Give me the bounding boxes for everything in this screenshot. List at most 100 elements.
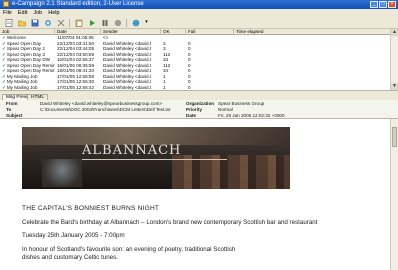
cell-text: David Whiteley <david.t xyxy=(103,40,152,46)
cell-text: 0 xyxy=(188,57,191,62)
title-bar: e-Campaign 2.1 Standard edition, 2-User … xyxy=(0,0,398,9)
toolbar-separator xyxy=(126,18,127,27)
priority-label: Priority xyxy=(186,107,203,112)
cell-text: David Whiteley <david.t xyxy=(103,79,152,84)
to-value: C:\Documents\DOC 2004\Franchisees\DCM Le… xyxy=(40,107,171,112)
cell-text: 1 xyxy=(163,84,166,90)
email-heading: THE CAPITAL'S BONNIEST BURNS NIGHT xyxy=(22,205,160,212)
save-icon[interactable] xyxy=(30,18,39,27)
cell-text: David Whiteley <david.t xyxy=(103,57,152,62)
job-list-scrollbar[interactable]: ▲ ▼ xyxy=(390,29,398,90)
close-button[interactable]: × xyxy=(388,1,396,8)
world-icon[interactable] xyxy=(131,18,140,27)
job-status-check-icon: ✓ xyxy=(2,40,6,46)
cell-text: 10/01/04 02:56:37 xyxy=(57,57,95,62)
cell-text: 0 xyxy=(188,46,191,51)
cell-text: 3 xyxy=(163,40,166,46)
organization-label: Organization xyxy=(186,101,215,106)
job-status-check-icon: ✓ xyxy=(2,46,6,51)
cell-text: 16/01/05 06:36:59 xyxy=(57,62,95,68)
window-title: e-Campaign 2.1 Standard edition, 2-User … xyxy=(12,1,144,7)
open-icon[interactable] xyxy=(17,18,26,27)
cell-text: 0 xyxy=(188,40,191,46)
from-value: David Whiteley <david.whiteley@spearbusi… xyxy=(40,101,163,106)
message-headers: From David Whiteley <david.whiteley@spea… xyxy=(0,100,398,119)
cell-text: Spear Open Day Reminder 3 xyxy=(6,62,55,68)
cell-text: 0 xyxy=(188,51,191,57)
cell-text: 22/12/04 03:41:50 xyxy=(57,40,95,46)
cell-text: My Mailing Job xyxy=(6,73,38,79)
cell-text: 34 xyxy=(163,57,169,62)
cell-text: 112 xyxy=(163,51,171,57)
from-label: From xyxy=(6,101,18,106)
albannach-banner-image: ALBANNACH xyxy=(22,127,290,189)
paste-icon[interactable] xyxy=(74,18,83,27)
cell-text: 0 xyxy=(188,79,191,84)
to-label: To xyxy=(6,107,12,112)
cell-text: 3 xyxy=(163,46,166,51)
cell-text: <> xyxy=(103,35,109,40)
cell-text: My Mailing Job xyxy=(6,79,38,84)
cell-text: Spear Open Day xyxy=(6,40,42,46)
subject-label: Subject xyxy=(6,113,23,118)
menu-edit[interactable]: Edit xyxy=(18,9,27,17)
stop-icon[interactable] xyxy=(113,18,122,27)
pause-icon[interactable] xyxy=(100,18,109,27)
toolbar-separator xyxy=(69,18,70,27)
email-paragraph-3a: In honour of Scotland's favourite son: a… xyxy=(22,246,236,253)
dropdown-icon[interactable]: ▾ xyxy=(144,18,149,27)
job-list: Job Date Sender OK Fail Time elapsed ✓We… xyxy=(0,29,398,90)
maximize-button[interactable]: □ xyxy=(379,1,387,8)
cell-text: 112 xyxy=(163,62,171,68)
menu-bar: File Edit Job Help xyxy=(0,9,398,17)
menu-help[interactable]: Help xyxy=(48,9,59,17)
cell-text: 34 xyxy=(163,68,169,73)
menu-file[interactable]: File xyxy=(3,9,12,17)
job-status-check-icon: ✓ xyxy=(2,79,6,84)
cell-text: David Whiteley <david.t xyxy=(103,46,152,51)
cell-text: 1 xyxy=(163,73,166,79)
banner-logo: ALBANNACH xyxy=(82,143,182,158)
run-icon[interactable] xyxy=(87,18,96,27)
window-controls: _ □ × xyxy=(370,1,396,8)
cell-text: David Whiteley <david.t xyxy=(103,51,152,57)
scroll-down-arrow[interactable]: ▼ xyxy=(391,83,398,90)
cell-text: 1 xyxy=(163,79,166,84)
cell-text: 0 xyxy=(188,68,191,73)
job-status-check-icon: ✓ xyxy=(2,35,6,40)
cell-text: Spear Open Day Reminder DW xyxy=(6,68,55,73)
email-paragraph-1: Celebrate the Bard's birthday at Albanna… xyxy=(22,219,318,226)
scroll-up-arrow[interactable]: ▲ xyxy=(391,29,398,36)
app-icon xyxy=(3,1,9,7)
cell-text: David Whiteley <david.t xyxy=(103,84,152,90)
cell-text: 11/07/04 01:05:06 xyxy=(57,35,94,40)
menu-job[interactable]: Job xyxy=(33,9,42,17)
cell-text: David Whiteley <david.t xyxy=(103,68,152,73)
job-status-check-icon: ✓ xyxy=(2,68,6,73)
job-status-check-icon: ✓ xyxy=(2,51,6,57)
cut-icon[interactable] xyxy=(56,18,65,27)
job-status-check-icon: ✓ xyxy=(2,62,6,68)
cell-text: 17/01/05 12:55:58 xyxy=(57,73,95,79)
preview-tabs: Msg Preview HTML xyxy=(0,93,398,100)
cell-text: Spear Open Day 2 xyxy=(6,46,45,51)
email-paragraph-3b: dishes and customary Celtic tunes. xyxy=(22,254,118,261)
preview-scrollbar[interactable] xyxy=(390,119,398,270)
date-label: Date xyxy=(186,113,196,118)
cell-text: 17/01/05 12:56:42 xyxy=(57,84,95,90)
cell-text: 22/12/04 03:44:05 xyxy=(57,46,95,51)
priority-value: Normal xyxy=(218,107,233,112)
email-paragraph-2: Tuesday 25th January 2005 - 7:00pm xyxy=(22,232,125,239)
message-preview: ALBANNACH THE CAPITAL'S BONNIEST BURNS N… xyxy=(0,119,390,270)
cell-text: Welcome xyxy=(6,35,26,40)
copy-icon[interactable] xyxy=(43,18,52,27)
cell-text: 0 xyxy=(188,84,191,90)
minimize-button[interactable]: _ xyxy=(370,1,378,8)
job-status-check-icon: ✓ xyxy=(2,57,6,62)
preview-scroll-thumb[interactable] xyxy=(392,127,397,147)
organization-value: Spear Business Group xyxy=(218,101,265,106)
new-job-icon[interactable] xyxy=(4,18,13,27)
toolbar: ▾ xyxy=(0,17,398,29)
cell-text: 16/01/05 09:41:20 xyxy=(57,68,95,73)
date-value: Fri, 28 Jan 2005 12:02:32 +0000 xyxy=(218,113,285,118)
